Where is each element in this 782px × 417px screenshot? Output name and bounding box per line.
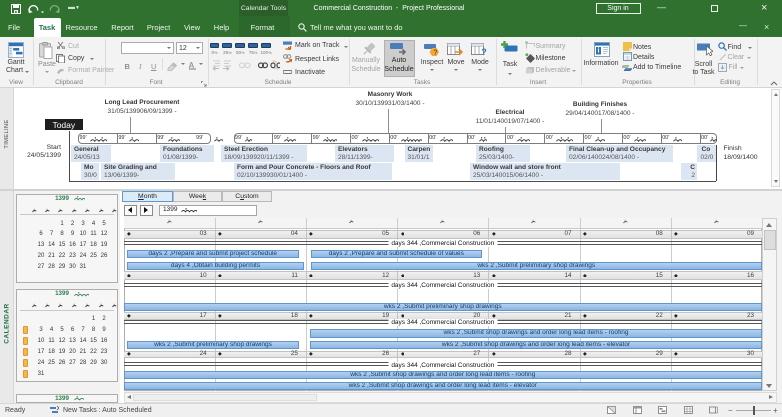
svg-text:?: ? xyxy=(434,50,438,57)
svg-text:?: ? xyxy=(481,47,487,57)
